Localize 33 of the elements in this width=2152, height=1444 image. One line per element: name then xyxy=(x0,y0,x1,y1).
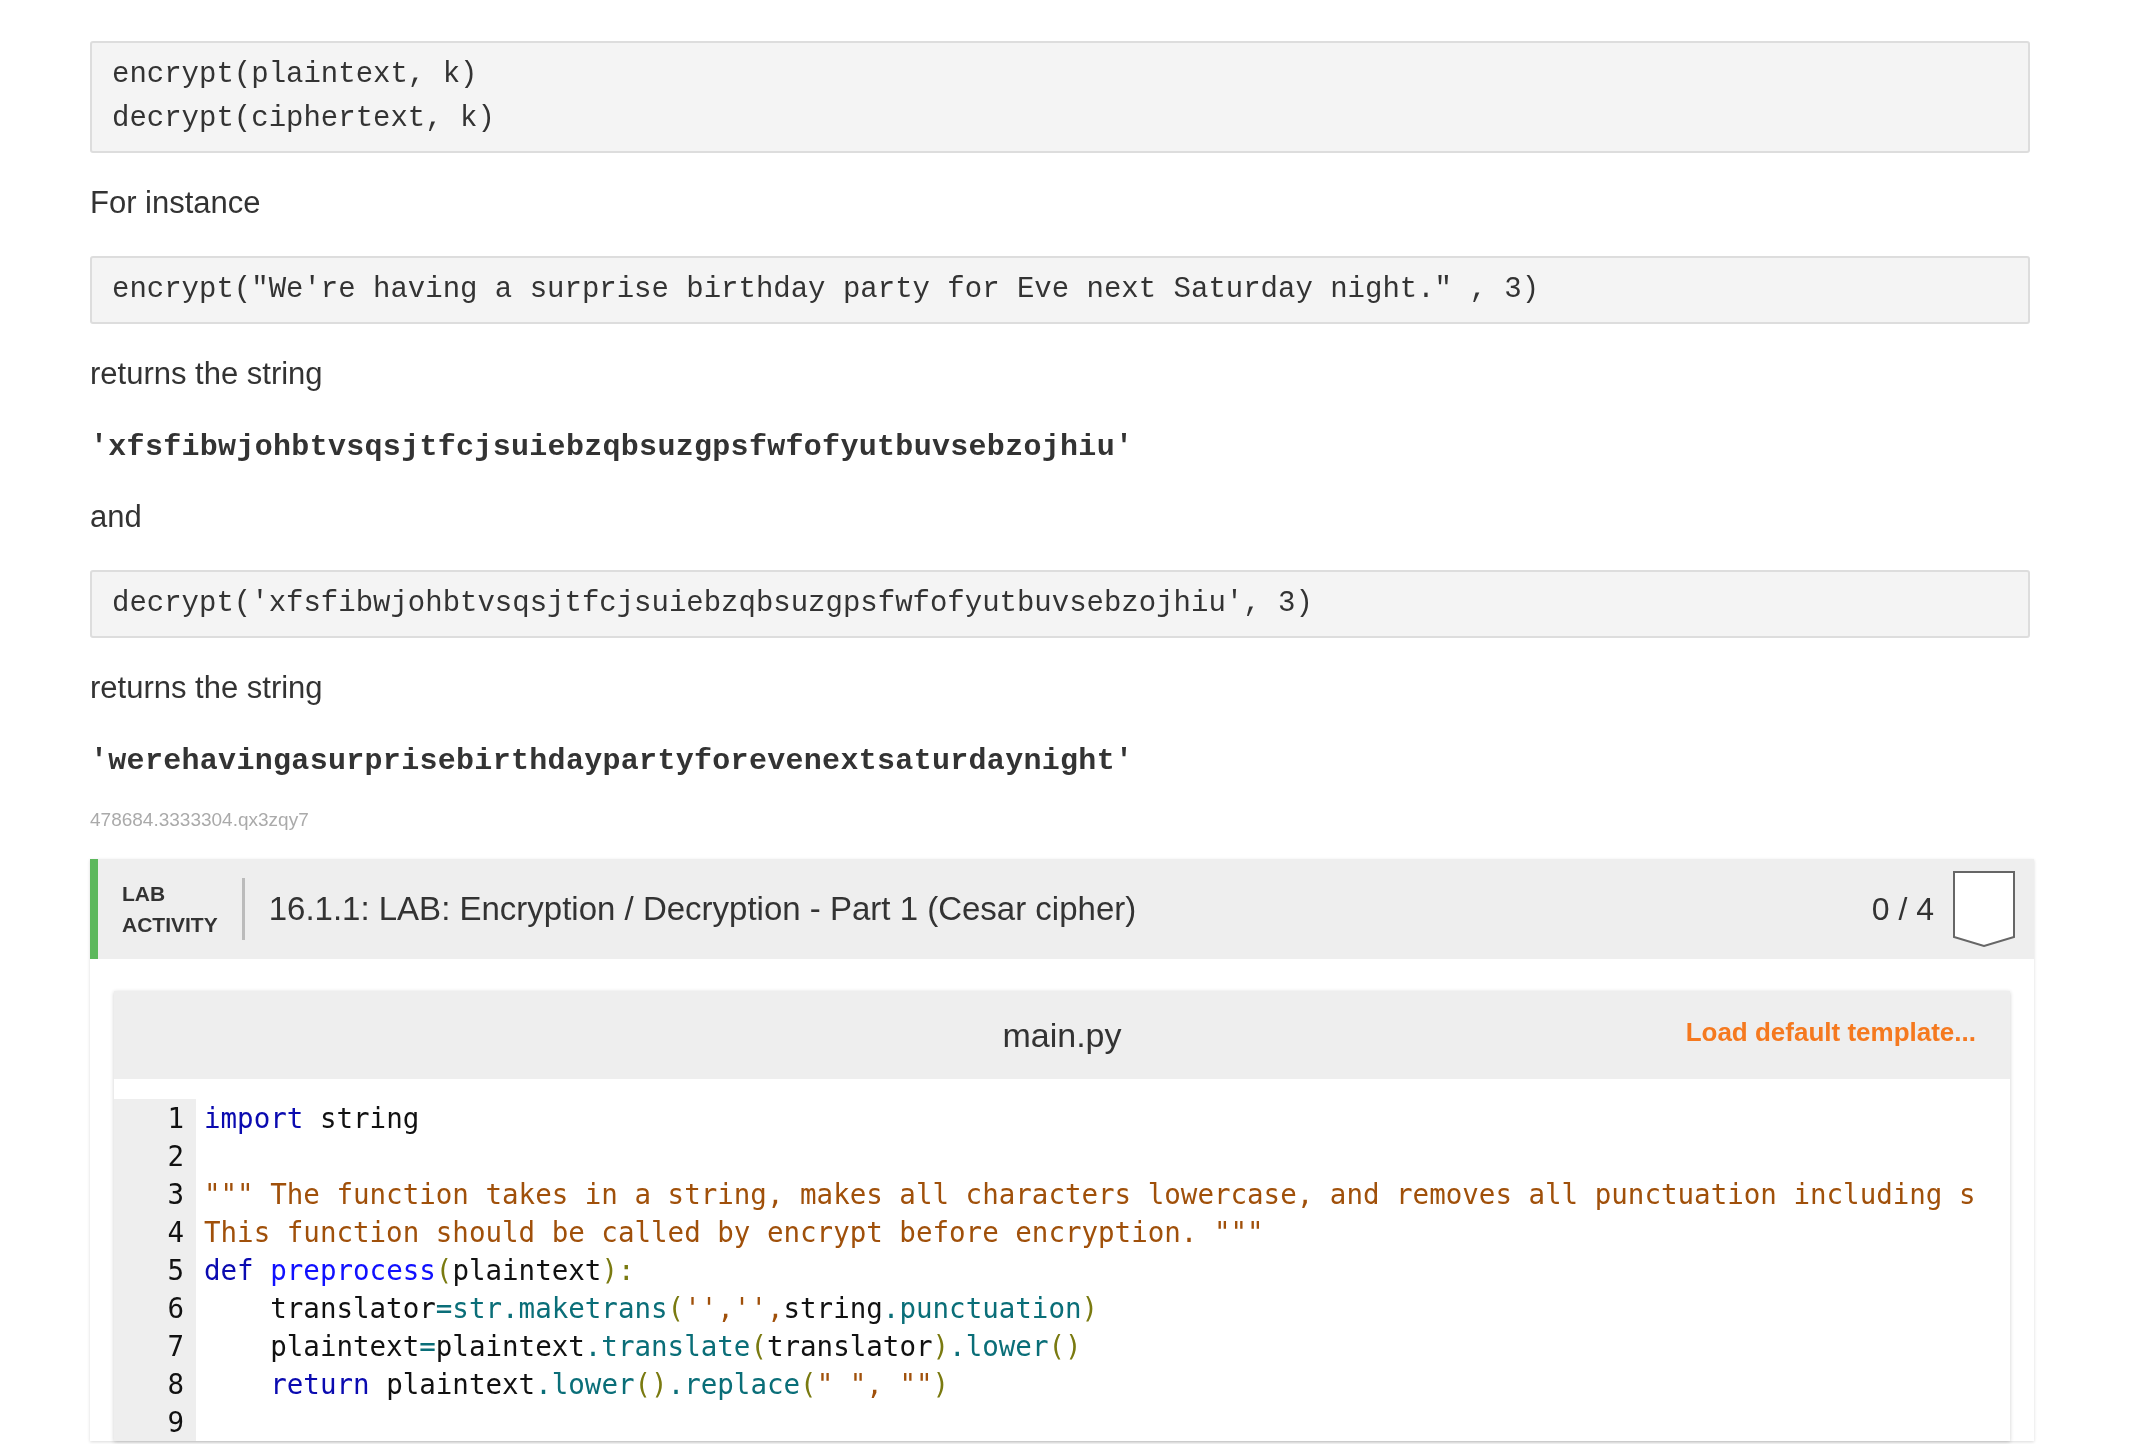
output-string: 'werehavingasurprisebirthdaypartyforevenextsaturdaynight' xyxy=(90,743,1135,780)
load-template-button[interactable]: Load default template... xyxy=(1685,1017,1976,1048)
line-number: 5 xyxy=(114,1251,196,1289)
code-line: This function should be called by encrypt before encryption. """ xyxy=(203,1215,1264,1250)
line-number: 2 xyxy=(114,1137,196,1175)
code-line: decrypt(ciphertext, k) xyxy=(112,101,496,137)
paragraph: returns the string xyxy=(90,355,324,393)
paragraph: For instance xyxy=(90,184,262,222)
lab-activity-label: LAB ACTIVITY xyxy=(122,881,218,938)
line-number: 6 xyxy=(114,1289,196,1327)
line-number: 9 xyxy=(114,1403,196,1441)
code-line: translator=str.maketrans('','',string.punctuation) xyxy=(269,1291,1099,1326)
code-line: encrypt("We're having a surprise birthday party for Eve next Saturday night." , 3) xyxy=(112,272,1541,308)
code-line: plaintext=plaintext.translate(translator).lower() xyxy=(269,1329,1082,1364)
paragraph: returns the string xyxy=(90,669,324,707)
lab-title: 16.1.1: LAB: Encryption / Decryption - Part 1 (Cesar cipher) xyxy=(268,890,1138,928)
code-line: def preprocess(plaintext): xyxy=(203,1253,635,1288)
activity-id: 478684.3333304.qx3zqy7 xyxy=(90,808,310,831)
badge-icon xyxy=(1952,871,2016,947)
code-line: """ The function takes in a string, makes all characters lowercase, and removes all punctuation including s xyxy=(203,1177,1976,1212)
code-line: return plaintext.lower().replace(" ", "") xyxy=(269,1367,950,1402)
line-number: 1 xyxy=(114,1099,196,1137)
score: 0 / 4 xyxy=(1871,890,1934,928)
line-number: 8 xyxy=(114,1365,196,1403)
paragraph: and xyxy=(90,498,143,536)
line-number: 7 xyxy=(114,1327,196,1365)
line-number: 4 xyxy=(114,1213,196,1251)
output-string: 'xfsfibwjohbtvsqsjtfcjsuiebzqbsuzgpsfwfofyutbuvsebzojhiu' xyxy=(90,429,1135,466)
code-line: decrypt('xfsfibwjohbtvsqsjtfcjsuiebzqbsuzgpsfwfofyutbuvsebzojhiu', 3) xyxy=(112,586,1314,622)
file-name: main.py xyxy=(1002,1015,1122,1055)
code-line: import string xyxy=(203,1101,420,1136)
line-number: 3 xyxy=(114,1175,196,1213)
code-line: encrypt(plaintext, k) xyxy=(112,57,479,93)
